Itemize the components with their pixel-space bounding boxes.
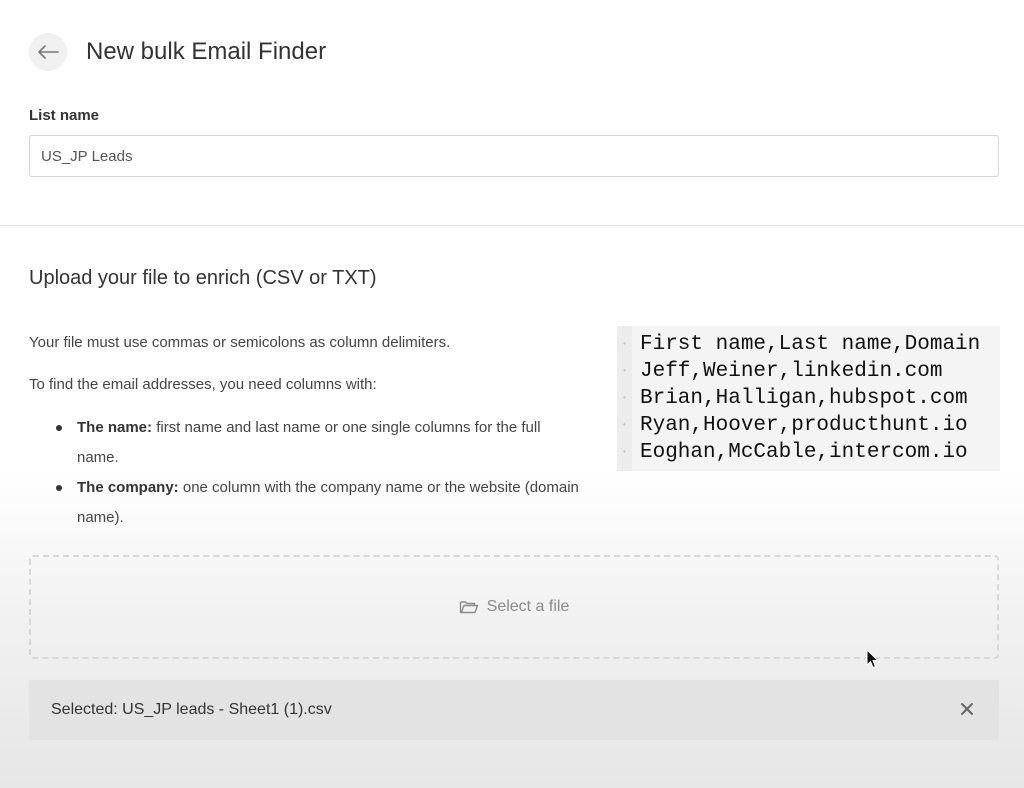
selected-file-text: Selected: US_JP leads - Sheet1 (1).csv — [51, 701, 332, 718]
csv-sample-block: First name,Last name,Domain Jeff,Weiner,… — [617, 326, 1000, 471]
section-divider — [0, 225, 1024, 226]
csv-sample-line: Jeff,Weiner,linkedin.com — [617, 358, 1000, 385]
csv-sample-line: Ryan,Hoover,producthunt.io — [617, 412, 1000, 439]
csv-sample-line: Brian,Halligan,hubspot.com — [617, 385, 1000, 412]
requirement-name: The name: first name and last name or on… — [29, 413, 579, 473]
arrow-left-icon — [38, 45, 59, 59]
page-title: New bulk Email Finder — [86, 38, 327, 65]
requirement-term: The name: — [77, 419, 153, 436]
select-file-label: Select a file — [486, 598, 570, 615]
requirement-company: The company: one column with the company… — [29, 473, 579, 533]
upload-section-title: Upload your file to enrich (CSV or TXT) — [29, 267, 377, 289]
selected-file-bar: Selected: US_JP leads - Sheet1 (1).csv — [29, 680, 999, 740]
columns-intro: To find the email addresses, you need co… — [29, 376, 377, 393]
requirement-term: The company: — [77, 479, 179, 496]
folder-open-icon — [459, 601, 478, 614]
list-name-label: List name — [29, 107, 100, 124]
list-name-input[interactable] — [29, 135, 999, 177]
requirements-list: The name: first name and last name or on… — [29, 413, 579, 533]
file-dropzone[interactable]: Select a file — [29, 555, 999, 659]
back-button[interactable] — [29, 33, 67, 71]
mouse-cursor-icon — [866, 649, 880, 669]
delimiter-note: Your file must use commas or semicolons … — [29, 334, 451, 351]
close-icon[interactable] — [957, 699, 977, 719]
csv-sample-line: Eoghan,McCable,intercom.io — [617, 439, 1000, 466]
csv-sample-line: First name,Last name,Domain — [617, 331, 1000, 358]
select-file-button[interactable]: Select a file — [459, 598, 570, 616]
